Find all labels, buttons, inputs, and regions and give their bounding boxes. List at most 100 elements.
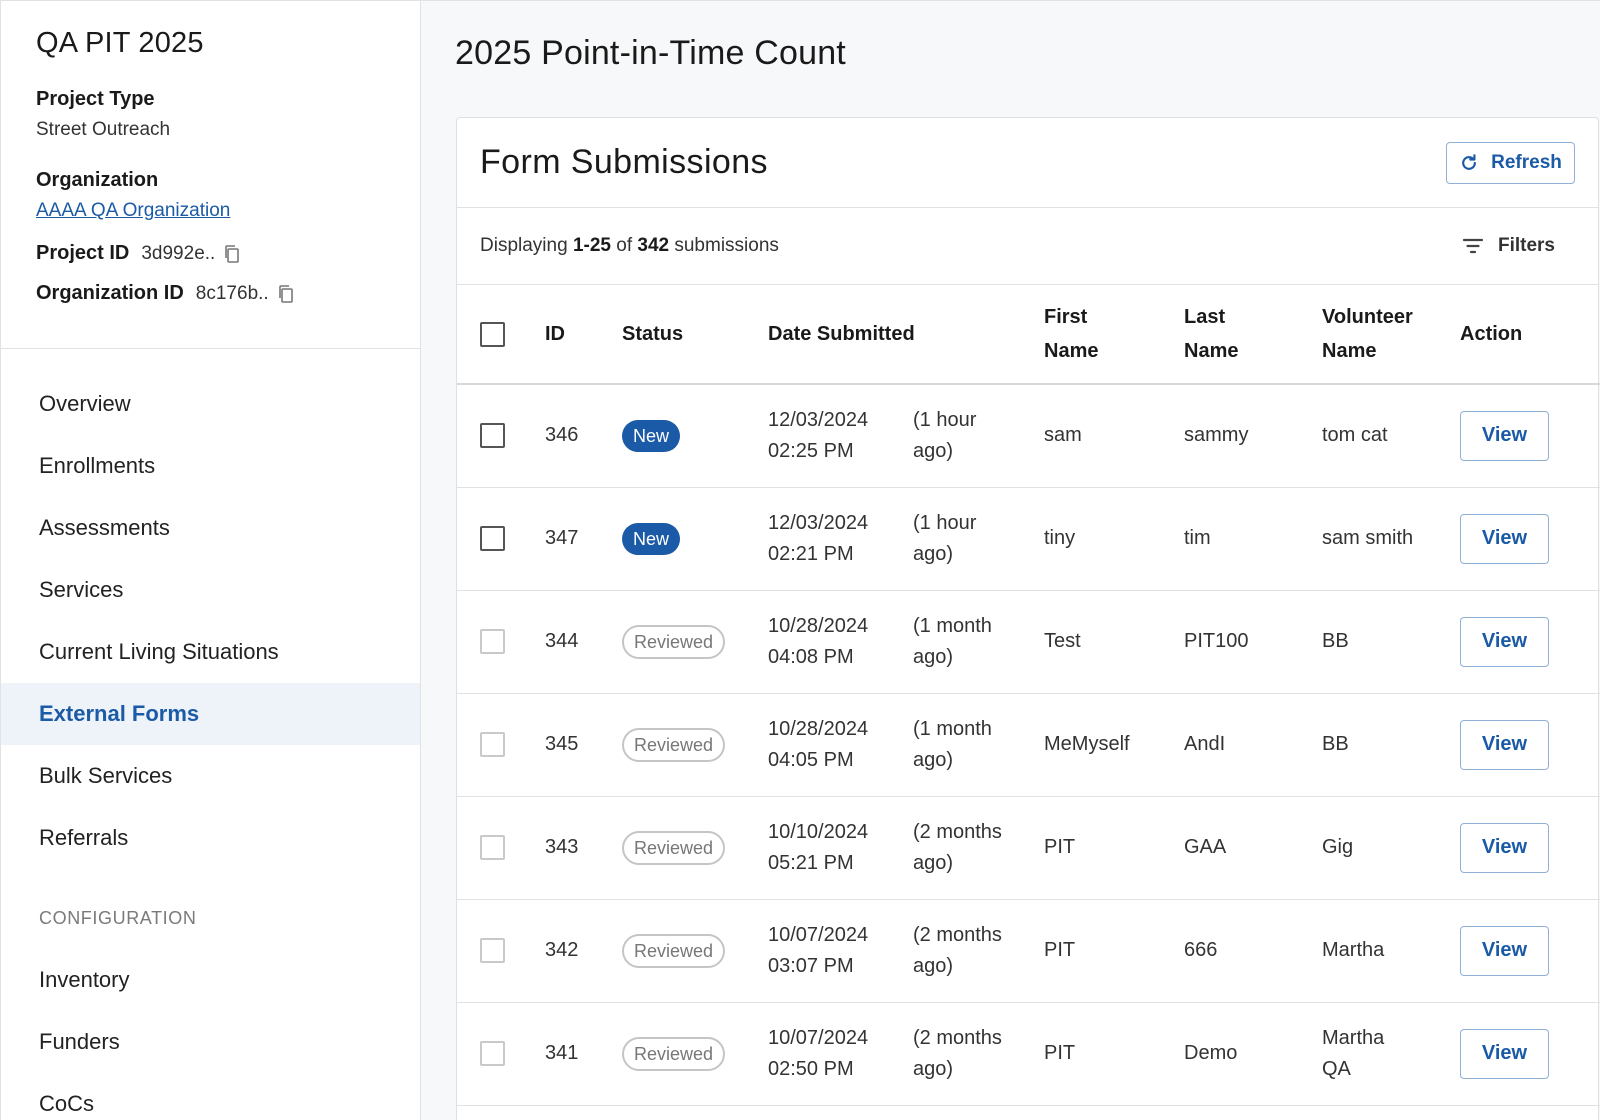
sidebar-item-inventory[interactable]: Inventory — [1, 949, 420, 1011]
column-header-last-name[interactable]: Last Name — [1184, 285, 1322, 384]
row-checkbox[interactable] — [480, 1041, 505, 1067]
cell-last-name: Demo — [1184, 1042, 1238, 1064]
relative-time: (1 hour — [913, 408, 977, 431]
relative-time: ago) — [913, 542, 954, 565]
table-header-row: ID Status Date Submitted First Name Last N… — [457, 285, 1600, 384]
copy-icon[interactable] — [277, 284, 295, 304]
view-button[interactable]: View — [1460, 719, 1549, 770]
sidebar-item-overview[interactable]: Overview — [1, 373, 420, 435]
status-badge: Reviewed — [622, 933, 726, 968]
sidebar-item-services[interactable]: Services — [1, 559, 420, 621]
filters-button[interactable]: Filters — [1462, 235, 1575, 257]
pagination-summary: Displaying 1-25 of 342 submissions — [480, 235, 779, 257]
column-header-action: Action — [1460, 323, 1523, 345]
sidebar-item-external-forms[interactable]: External Forms — [1, 683, 420, 745]
status-badge: Reviewed — [622, 1036, 726, 1071]
cell-volunteer-name: Martha QA — [1322, 1002, 1460, 1105]
cell-first-name: Test — [1044, 630, 1081, 652]
time-value: 04:05 PM — [768, 748, 854, 771]
column-header-volunteer-name[interactable]: Volunteer Name — [1322, 285, 1460, 384]
cell-id: 342 — [545, 939, 579, 961]
column-header-first-name[interactable]: First Name — [1044, 285, 1184, 384]
cell-last-name: 666 — [1184, 939, 1218, 961]
refresh-button[interactable]: Refresh — [1446, 141, 1575, 184]
sidebar-item-cocs[interactable]: CoCs — [1, 1073, 420, 1120]
sidebar-item-bulk-services[interactable]: Bulk Services — [1, 745, 420, 807]
table-row[interactable]: 346 New 12/03/2024 02:25 PM (1 hour ago) sam sa… — [457, 384, 1600, 487]
project-type: Project Type Street Outreach — [36, 88, 386, 141]
relative-time: (2 months — [913, 820, 1002, 843]
sidebar-item-referrals[interactable]: Referrals — [1, 807, 420, 869]
relative-time: ago) — [913, 645, 954, 668]
row-checkbox[interactable] — [480, 835, 505, 861]
project-id-label: Project ID — [36, 242, 130, 264]
sidebar-item-current-living-situations[interactable]: Current Living Situations — [1, 621, 420, 683]
organization-id-label: Organization ID — [36, 282, 184, 304]
cell-action: View — [1460, 384, 1600, 487]
volunteer-line: sam smith — [1322, 527, 1414, 549]
view-button[interactable]: View — [1460, 1028, 1549, 1079]
column-header-status[interactable]: Status — [622, 285, 768, 384]
date-value: 10/28/2024 — [768, 717, 869, 740]
view-button[interactable]: View — [1460, 410, 1549, 461]
cell-action: View — [1460, 796, 1600, 899]
table-row[interactable]: 342 Reviewed 10/07/2024 03:07 PM (2 months ag… — [457, 899, 1600, 1002]
view-button[interactable]: View — [1460, 925, 1549, 976]
cell-status: Reviewed — [622, 899, 768, 1002]
cell-volunteer-name: sam smith — [1322, 487, 1460, 590]
header-line: Name — [1044, 340, 1099, 362]
row-checkbox[interactable] — [480, 423, 505, 449]
header-line: Name — [1184, 340, 1239, 362]
table-body: 346 New 12/03/2024 02:25 PM (1 hour ago) sam sa… — [457, 384, 1600, 1105]
sidebar-item-funders[interactable]: Funders — [1, 1011, 420, 1073]
summary-of: of — [610, 235, 638, 256]
cell-volunteer-name: BB — [1322, 693, 1460, 796]
relative-time: (2 months — [913, 923, 1002, 946]
relative-time: ago) — [913, 1057, 954, 1080]
column-header-id[interactable]: ID — [545, 285, 622, 384]
sidebar-item-assessments[interactable]: Assessments — [1, 497, 420, 559]
table-row[interactable]: 343 Reviewed 10/10/2024 05:21 PM (2 months ag… — [457, 796, 1600, 899]
view-button[interactable]: View — [1460, 513, 1549, 564]
page-title: 2025 Point-in-Time Count — [455, 34, 846, 72]
table-row[interactable]: 344 Reviewed 10/28/2024 04:08 PM (1 month ago… — [457, 590, 1600, 693]
cell-date-submitted: 10/28/2024 04:08 PM (1 month ago) — [768, 590, 1044, 693]
row-checkbox[interactable] — [480, 938, 505, 964]
cell-id: 347 — [545, 527, 579, 549]
organization-link[interactable]: AAAA QA Organization — [36, 200, 230, 222]
sidebar-item-enrollments[interactable]: Enrollments — [1, 435, 420, 497]
summary-suffix: submissions — [669, 235, 779, 256]
table-row[interactable]: 347 New 12/03/2024 02:21 PM (1 hour ago) tiny t… — [457, 487, 1600, 590]
cell-last-name: tim — [1184, 527, 1211, 549]
time-value: 05:21 PM — [768, 851, 854, 874]
cell-first-name: PIT — [1044, 939, 1076, 961]
table-row[interactable]: 345 Reviewed 10/28/2024 04:05 PM (1 month ago… — [457, 693, 1600, 796]
cell-date-submitted: 10/28/2024 04:05 PM (1 month ago) — [768, 693, 1044, 796]
submissions-table: ID Status Date Submitted First Name Last N… — [457, 285, 1600, 1106]
time-value: 02:50 PM — [768, 1057, 854, 1080]
organization-label: Organization — [36, 169, 159, 191]
cell-last-name: GAA — [1184, 836, 1227, 858]
project-type-value: Street Outreach — [36, 119, 171, 140]
cell-action: View — [1460, 899, 1600, 1002]
view-button[interactable]: View — [1460, 616, 1549, 667]
row-checkbox[interactable] — [480, 629, 505, 655]
table-row[interactable]: 341 Reviewed 10/07/2024 02:50 PM (2 months ag… — [457, 1002, 1600, 1105]
header-line: Name — [1322, 340, 1377, 362]
cell-first-name: PIT — [1044, 836, 1076, 858]
view-button[interactable]: View — [1460, 822, 1549, 873]
cell-first-name: PIT — [1044, 1042, 1076, 1064]
volunteer-line: Martha — [1322, 1026, 1385, 1049]
time-value: 02:21 PM — [768, 542, 854, 565]
select-all-checkbox[interactable] — [480, 322, 505, 348]
row-checkbox[interactable] — [480, 732, 505, 758]
column-header-date-submitted[interactable]: Date Submitted — [768, 285, 1044, 384]
date-value: 10/07/2024 — [768, 1026, 869, 1049]
cell-status: New — [622, 384, 768, 487]
sidebar-section-configuration: CONFIGURATION — [39, 907, 197, 928]
row-checkbox[interactable] — [480, 526, 505, 552]
cell-id: 344 — [545, 630, 579, 652]
cell-action: View — [1460, 487, 1600, 590]
card-header: Form Submissions Refresh — [457, 118, 1598, 208]
copy-icon[interactable] — [223, 244, 241, 264]
